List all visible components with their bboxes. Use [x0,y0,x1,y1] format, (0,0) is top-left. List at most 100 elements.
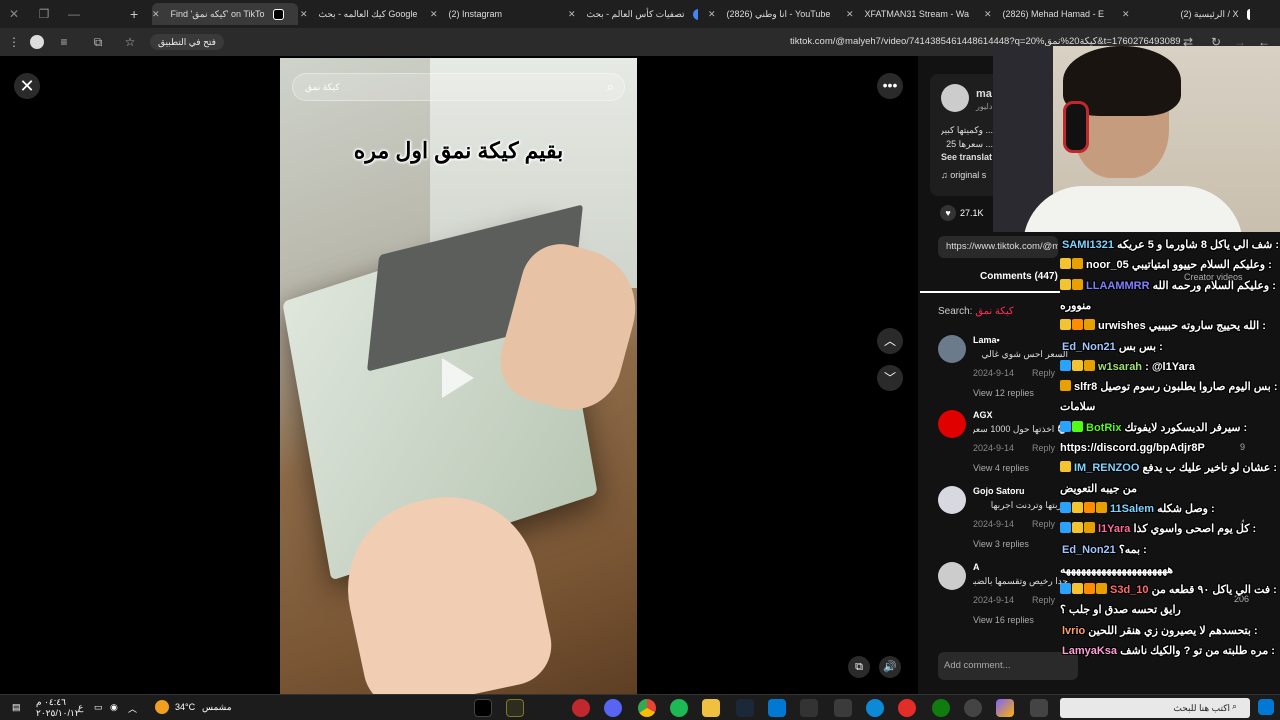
recording-app-icon[interactable] [572,699,590,717]
comment-search-row[interactable]: Search: كيكة نمق [938,306,1014,317]
view-replies-button[interactable]: View 4 replies [973,463,1029,473]
profile-avatar[interactable] [30,35,44,49]
language-indicator[interactable]: ع [78,702,83,713]
reply-button[interactable]: Reply [1032,595,1055,605]
weather-condition[interactable]: مشمس [202,702,232,713]
commenter-name[interactable]: Lama• [973,335,1000,345]
commenter-avatar[interactable] [938,486,966,514]
search-icon[interactable]: ⌕ [607,79,614,95]
tab-close-icon[interactable]: ✕ [1122,3,1132,25]
tiktok-app-icon[interactable] [474,699,492,717]
clock-date[interactable]: ٢٠٢٥/١٠/١٢ [36,708,80,719]
add-comment-input[interactable]: Add comment... [938,652,1078,680]
video-search-bar[interactable]: كيكة نمق ⌕ [292,73,625,101]
task-view-icon[interactable] [1030,699,1048,717]
menu-dots-icon[interactable]: ⋮ [6,34,22,50]
likes-row[interactable]: ♥ 27.1K [940,205,984,221]
tab-comments[interactable]: Comments (447) [980,271,1058,282]
reply-button[interactable]: Reply [1032,368,1055,378]
taskbar-search-input[interactable]: اكتب هنا للبحث [1060,698,1250,718]
volume-tray-icon[interactable]: ◉ [110,702,118,713]
tab-youtube-1[interactable]: ✕ انا وطني (2826) - YouTube [708,3,836,25]
picture-in-picture-icon[interactable]: ⧉ [848,656,870,678]
app-icon[interactable] [506,699,524,717]
sound-row[interactable]: ♫ original s [941,170,986,180]
windows-start-icon[interactable] [1258,699,1274,715]
reply-button[interactable]: Reply [1032,519,1055,529]
chat-text: الله يحييج ساروته حبيبيي : [1148,320,1266,333]
heart-icon[interactable]: ♥ [940,205,956,221]
app-icon[interactable] [898,699,916,717]
file-explorer-icon[interactable] [702,699,720,717]
view-replies-button[interactable]: View 16 replies [973,615,1034,625]
video-link-field[interactable]: https://www.tiktok.com/@m [938,236,1058,258]
window-restore-icon[interactable]: ❐ [36,6,52,22]
steam-icon[interactable] [736,699,754,717]
tab-close-icon[interactable]: ✕ [568,3,578,25]
chat-username: SAMI1321 [1062,239,1114,251]
commenter-name[interactable]: Gojo Satoru [973,486,1025,496]
discord-icon[interactable] [604,699,622,717]
search-icon[interactable]: ⌕ [1232,701,1237,712]
copilot-icon[interactable] [996,699,1014,717]
tab-close-icon[interactable]: ✕ [984,3,994,25]
commenter-avatar[interactable] [938,410,966,438]
tab-youtube-2[interactable]: ✕ (2826) Mehad Hamad - E [984,3,1112,25]
volume-icon[interactable]: 🔊 [879,656,901,678]
view-replies-button[interactable]: View 3 replies [973,539,1029,549]
app-icon[interactable] [834,699,852,717]
outlook-icon[interactable] [768,699,786,717]
tray-overflow-icon[interactable]: ︿ [128,702,137,715]
tab-close-icon[interactable]: ✕ [300,3,310,25]
tab-kick[interactable]: ✕ XFATMAN31 Stream - Wa [846,3,974,25]
video-player[interactable]: كيكة نمق ⌕ بقيم كيكة نمق اول مره [280,58,637,694]
tab-x[interactable]: ✕ (2) الرئيسية / X [1122,3,1250,25]
play-icon[interactable] [442,358,474,398]
next-video-icon[interactable]: ﹀ [877,365,903,391]
see-translation-link[interactable]: See translat [941,152,992,162]
extensions-icon[interactable]: ⧉ [90,34,106,50]
tab-worldcup[interactable]: ✕ تصفيات كأس العالم - بحث [568,3,698,25]
commenter-name[interactable]: A [973,562,980,572]
tab-google[interactable]: ✕ كيك العالمه - بحث Google [300,3,422,25]
search-query-link[interactable]: كيكة نمق [975,306,1013,317]
app-icon[interactable] [800,699,818,717]
tab-close-icon[interactable]: ✕ [430,3,440,25]
previous-video-icon[interactable]: ︿ [877,328,903,354]
commenter-name[interactable]: AGX [973,410,993,420]
edge-icon[interactable] [866,699,884,717]
settings-icon[interactable] [964,699,982,717]
notification-icon[interactable]: ▤ [12,702,21,713]
tab-close-icon[interactable]: ✕ [708,3,718,25]
tab-tiktok[interactable]: ✕ Find 'كيكه نمق' on TikTo [152,3,298,25]
chat-badge-icon [1060,380,1071,392]
tab-instagram[interactable]: ✕ (2) Instagram [430,3,558,25]
xbox-icon[interactable] [932,699,950,717]
commenter-avatar[interactable] [938,335,966,363]
more-options-icon[interactable]: ••• [877,73,903,99]
view-replies-button[interactable]: View 12 replies [973,388,1034,398]
chat-badge-icon [1060,583,1071,595]
reading-list-icon[interactable]: ≡ [56,34,72,50]
new-tab-icon[interactable]: + [130,4,144,24]
chat-badge-icon [1072,319,1083,331]
chrome-icon[interactable] [638,699,656,717]
author-avatar[interactable] [941,84,969,112]
close-video-button[interactable]: ✕ [14,73,40,99]
author-name[interactable]: ma [976,88,992,100]
clock-time[interactable]: ٠٤:٤٦ م [36,697,66,708]
tab-close-icon[interactable]: ✕ [846,3,856,25]
commenter-avatar[interactable] [938,562,966,590]
tab-close-icon[interactable]: ✕ [152,3,162,25]
weather-sun-icon[interactable] [155,700,169,714]
weather-temp[interactable]: 34°C [175,702,195,712]
chat-badge-icon [1060,258,1071,270]
spotify-icon[interactable] [670,699,688,717]
reply-button[interactable]: Reply [1032,443,1055,453]
bookmark-star-icon[interactable]: ☆ [122,34,138,50]
window-close-icon[interactable]: ✕ [6,6,22,22]
chat-username: urwishes [1098,320,1146,333]
network-icon[interactable]: ▭ [94,702,103,713]
window-minimize-icon[interactable]: — [66,6,82,22]
open-in-app-button[interactable]: فتح في التطبيق [150,34,224,50]
